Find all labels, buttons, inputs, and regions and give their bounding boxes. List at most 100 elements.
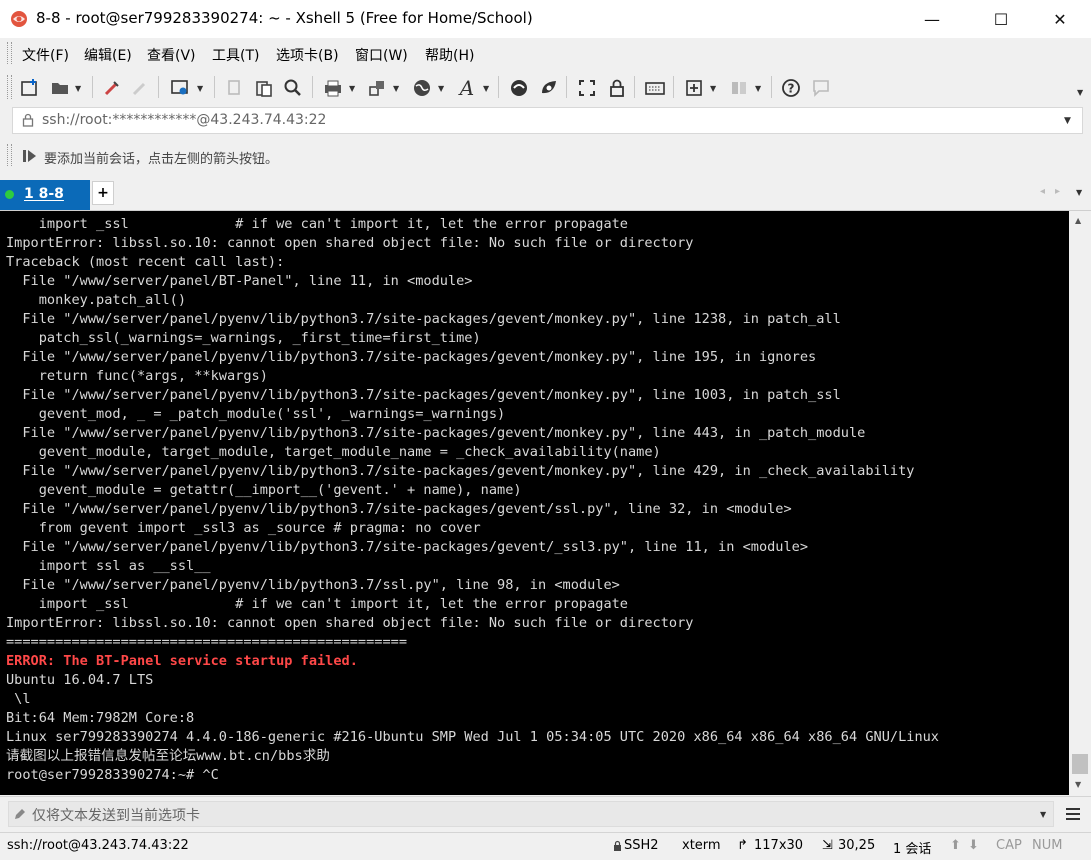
layout-icon[interactable]	[727, 76, 751, 100]
terminal-line: gevent_mod, _ = _patch_module('ssl', _wa…	[6, 406, 506, 422]
status-dot-icon	[5, 190, 14, 199]
terminal-line: File "/www/server/panel/pyenv/lib/python…	[6, 311, 841, 327]
compose-edit-icon	[13, 807, 27, 825]
address-input[interactable]: ssh://root:************@43.243.74.43:22	[42, 112, 326, 128]
terminal-line: File "/www/server/panel/pyenv/lib/python…	[6, 349, 817, 365]
toolbar-separator	[498, 76, 499, 98]
status-cap: CAP	[996, 838, 1022, 853]
menu-help[interactable]: 帮助(H)	[425, 45, 474, 65]
add-compose-icon[interactable]	[682, 76, 706, 100]
status-size: 117x30	[754, 838, 804, 853]
keyboard-icon[interactable]	[643, 76, 667, 100]
terminal[interactable]: import _ssl # if we can't import it, let…	[0, 211, 1069, 795]
minimize-button[interactable]: —	[909, 0, 955, 38]
chevron-down-icon[interactable]: ▼	[710, 84, 716, 93]
toolbar-separator	[158, 76, 159, 98]
toolbar-separator	[92, 76, 93, 98]
xshell-logo-icon	[10, 10, 28, 28]
open-folder-icon[interactable]	[48, 76, 72, 100]
session-down-icon[interactable]: ⬇	[968, 838, 979, 853]
status-cursor: 30,25	[838, 838, 876, 853]
tab-session[interactable]: 1 8-8	[0, 180, 90, 210]
scroll-up-icon[interactable]: ▲	[1075, 216, 1081, 225]
tab-bar	[0, 177, 1091, 211]
terminal-line: Bit:64 Mem:7982M Core:8	[6, 710, 195, 726]
copy-icon[interactable]	[222, 76, 246, 100]
terminal-line: patch_ssl(_warnings=_warnings, _first_ti…	[6, 330, 481, 346]
menu-tabs[interactable]: 选项卡(B)	[276, 45, 339, 65]
terminal-line: Ubuntu 16.04.7 LTS	[6, 672, 154, 688]
font-icon[interactable]: A	[455, 76, 479, 100]
tab-scroll-left-icon[interactable]: ◂	[1040, 186, 1045, 197]
chat-icon[interactable]	[809, 76, 833, 100]
transfer-icon[interactable]	[365, 76, 389, 100]
menu-view[interactable]: 查看(V)	[147, 45, 196, 65]
scrollbar-thumb[interactable]	[1072, 754, 1088, 774]
terminal-line: gevent_module = getattr(__import__('geve…	[6, 482, 522, 498]
tab-list-icon[interactable]: ▼	[1076, 188, 1082, 197]
terminal-line: ImportError: libssl.so.10: cannot open s…	[6, 615, 694, 631]
scroll-down-icon[interactable]: ▼	[1075, 780, 1081, 789]
menu-grip	[7, 42, 12, 64]
status-connection: ssh://root@43.243.74.43:22	[7, 838, 189, 853]
menu-file[interactable]: 文件(F)	[22, 45, 69, 65]
chevron-down-icon[interactable]: ▼	[75, 84, 81, 93]
arrow-icon[interactable]	[22, 148, 38, 168]
toolbar-separator	[673, 76, 674, 98]
fullscreen-icon[interactable]	[575, 76, 599, 100]
terminal-scrollbar[interactable]: ▲ ▼	[1069, 211, 1091, 795]
toolbar-separator	[634, 76, 635, 98]
terminal-line: Traceback (most recent call last):	[6, 254, 285, 270]
menu-tools[interactable]: 工具(T)	[212, 45, 259, 65]
lock-icon	[613, 840, 622, 856]
terminal-line: import _ssl # if we can't import it, let…	[6, 596, 628, 612]
hint-text: 要添加当前会话，点击左侧的箭头按钮。	[44, 152, 279, 167]
chevron-down-icon[interactable]: ▼	[755, 84, 761, 93]
chevron-down-icon[interactable]: ▼	[349, 84, 355, 93]
help-icon[interactable]: ?	[779, 76, 803, 100]
menu-edit[interactable]: 编辑(E)	[84, 45, 132, 65]
tab-scroll-right-icon[interactable]: ▸	[1055, 186, 1060, 197]
toolbar-separator	[566, 76, 567, 98]
new-session-icon[interactable]	[18, 76, 42, 100]
disconnect-icon[interactable]	[128, 76, 152, 100]
add-tab-button[interactable]: +	[92, 181, 114, 205]
status-sessions: 1 会话	[893, 842, 932, 857]
properties-icon[interactable]	[168, 76, 192, 100]
chevron-down-icon[interactable]: ▼	[197, 84, 203, 93]
chevron-down-icon[interactable]: ▼	[393, 84, 399, 93]
close-button[interactable]: ✕	[1037, 0, 1083, 38]
globe-icon[interactable]	[410, 76, 434, 100]
toolbar-separator	[312, 76, 313, 98]
menu-window[interactable]: 窗口(W)	[355, 45, 408, 65]
terminal-line: gevent_module, target_module, target_mod…	[6, 444, 661, 460]
maximize-button[interactable]: ☐	[978, 0, 1024, 38]
terminal-line: return func(*args, **kwargs)	[6, 368, 268, 384]
terminal-line: Linux ser799283390274 4.4.0-186-generic …	[6, 729, 939, 745]
find-icon[interactable]	[281, 76, 305, 100]
lock-icon	[22, 113, 34, 131]
svg-text:?: ?	[788, 82, 795, 96]
terminal-line: 请截图以上报错信息发帖至论坛www.bt.cn/bbs求助	[6, 748, 330, 764]
status-protocol: SSH2	[624, 838, 659, 853]
terminal-line: File "/www/server/panel/pyenv/lib/python…	[6, 463, 915, 479]
tab-label: 1 8-8	[24, 186, 64, 202]
xagent-icon[interactable]	[537, 76, 561, 100]
session-up-icon[interactable]: ⬆	[950, 838, 961, 853]
xftp-icon[interactable]	[507, 76, 531, 100]
menu-icon[interactable]	[1064, 805, 1082, 827]
reconnect-icon[interactable]	[100, 76, 124, 100]
compose-dropdown-icon[interactable]: ▼	[1040, 810, 1046, 819]
chevron-down-icon[interactable]: ▼	[438, 84, 444, 93]
paste-icon[interactable]	[252, 76, 276, 100]
toolbar-grip	[7, 75, 12, 99]
chevron-down-icon[interactable]: ▼	[483, 84, 489, 93]
print-icon[interactable]	[321, 76, 345, 100]
terminal-line: import _ssl # if we can't import it, let…	[6, 216, 628, 232]
cursor-icon: ⇲	[822, 838, 833, 853]
terminal-line: monkey.patch_all()	[6, 292, 187, 308]
lock-icon[interactable]	[605, 76, 629, 100]
terminal-line: import ssl as __ssl__	[6, 558, 211, 574]
address-dropdown-icon[interactable]: ▼	[1064, 116, 1071, 126]
toolbar-overflow-icon[interactable]: ▼	[1077, 88, 1083, 97]
